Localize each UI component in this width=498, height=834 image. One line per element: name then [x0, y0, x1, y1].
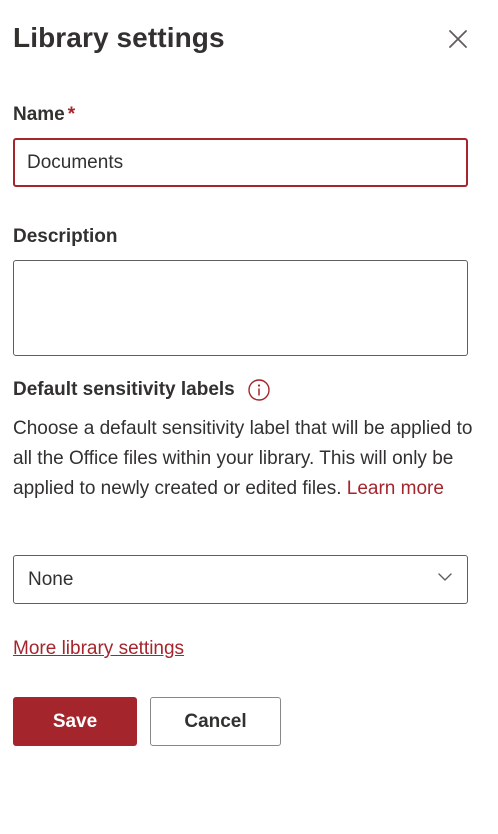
description-label: Description [13, 226, 118, 247]
cancel-button[interactable]: Cancel [150, 697, 281, 746]
description-input[interactable] [13, 260, 468, 356]
required-marker: * [67, 104, 76, 125]
save-button[interactable]: Save [13, 697, 137, 746]
info-icon[interactable] [247, 378, 271, 402]
sensitivity-label: Default sensitivity labels [13, 379, 235, 400]
close-button[interactable] [440, 22, 476, 58]
library-settings-panel: Library settings Name* Description Defau… [0, 0, 498, 834]
more-library-settings-link[interactable]: More library settings [13, 638, 184, 660]
close-icon [448, 29, 468, 52]
panel-title: Library settings [13, 22, 225, 53]
learn-more-link[interactable]: Learn more [347, 478, 444, 499]
name-label-text: Name [13, 104, 65, 125]
sensitivity-header: Default sensitivity labels [13, 378, 271, 402]
chevron-down-icon [437, 569, 453, 590]
sensitivity-help-text: Choose a default sensitivity label that … [13, 414, 483, 504]
sensitivity-dropdown[interactable]: None [13, 555, 468, 604]
name-label: Name * [13, 104, 75, 126]
name-input[interactable] [13, 138, 468, 187]
dropdown-selected-value: None [28, 568, 74, 590]
